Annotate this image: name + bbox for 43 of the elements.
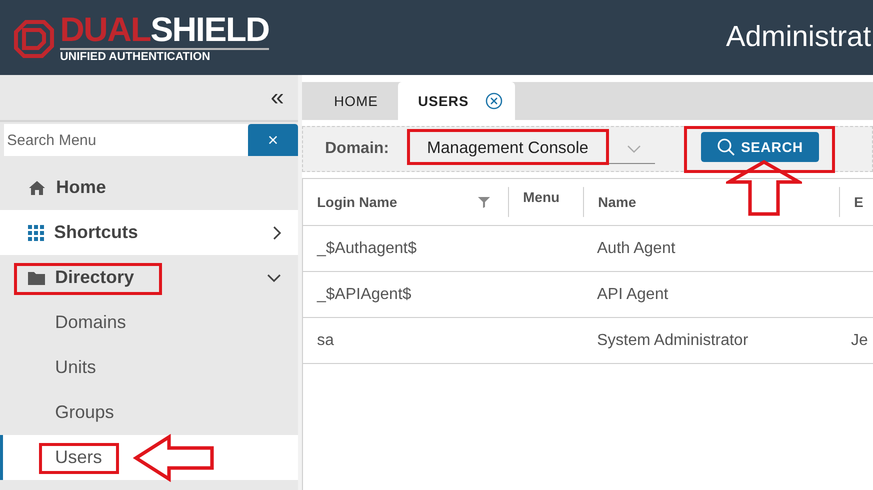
chevron-down-icon xyxy=(627,144,641,152)
submenu-item[interactable]: Users xyxy=(0,435,298,480)
search-button[interactable]: SEARCH xyxy=(701,132,819,162)
logo-wordmark: DUALSHIELD xyxy=(60,12,270,48)
menu-item[interactable]: Shortcuts xyxy=(0,210,298,255)
column-header[interactable]: Name xyxy=(583,187,839,217)
search-menu-field[interactable]: Search Menu xyxy=(4,124,248,156)
search-icon xyxy=(716,138,735,156)
submenu-item-label: Groups xyxy=(55,402,114,423)
table-cell: sa xyxy=(317,332,334,350)
home-icon xyxy=(28,180,46,196)
domain-label: Domain: xyxy=(325,140,390,158)
domain-dropdown[interactable]: Management Console xyxy=(407,134,655,164)
column-header[interactable]: Menu xyxy=(508,187,583,217)
table-cell: API Agent xyxy=(597,286,668,304)
column-header[interactable]: Login Name xyxy=(303,179,508,225)
table-cell: Je xyxy=(851,332,868,350)
logo-tagline: UNIFIED AUTHENTICATION xyxy=(60,48,270,64)
submenu-item[interactable]: Groups xyxy=(0,390,298,435)
close-icon[interactable] xyxy=(484,92,503,110)
app-title: Administrat xyxy=(726,21,871,54)
menu-item-label: Shortcuts xyxy=(54,222,140,243)
menu-item-label: Directory xyxy=(55,267,136,288)
column-header[interactable]: E xyxy=(839,187,873,217)
menu-item-label: Home xyxy=(56,177,108,198)
table-cell: _$Authagent$ xyxy=(317,240,417,258)
table-cell: Auth Agent xyxy=(597,240,676,258)
submenu-item[interactable]: Domains xyxy=(0,300,298,345)
tab[interactable]: USERS xyxy=(398,82,515,120)
menu-item[interactable]: Directory xyxy=(0,255,298,300)
table-cell: _$APIAgent$ xyxy=(317,286,412,304)
filter-icon[interactable] xyxy=(478,196,490,208)
folder-icon xyxy=(28,270,45,284)
submenu-item-label: Units xyxy=(55,357,96,378)
collapse-button[interactable]: « xyxy=(270,86,284,110)
clear-button[interactable]: × xyxy=(248,124,298,156)
menu-item[interactable]: Home xyxy=(0,165,298,210)
submenu-item-label: Domains xyxy=(55,312,126,333)
grid-icon xyxy=(28,224,44,240)
submenu-item-label: Users xyxy=(55,447,102,468)
table-cell: System Administrator xyxy=(597,332,748,350)
submenu-item[interactable]: Units xyxy=(0,345,298,390)
tab[interactable]: HOME xyxy=(314,82,398,120)
